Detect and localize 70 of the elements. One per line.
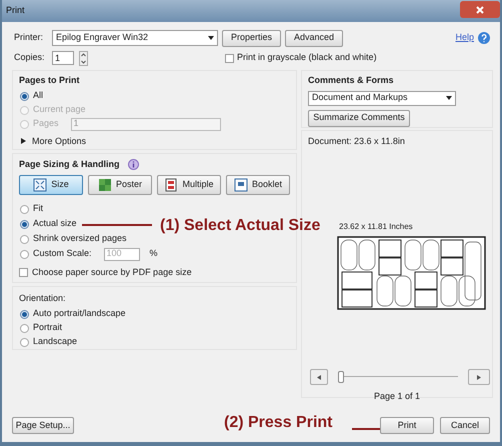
radio-button[interactable]	[20, 234, 29, 244]
option-label: Auto portrait/landscape	[33, 307, 126, 320]
sizing-tab[interactable]: Multiple	[157, 174, 221, 194]
help-icon[interactable]	[478, 32, 490, 44]
grayscale-label: Print in grayscale (black and white)	[237, 51, 377, 64]
slider-thumb[interactable]	[338, 371, 344, 383]
option-label: Fit	[33, 202, 43, 216]
option-label: Custom Scale:	[33, 247, 92, 260]
copies-label: Copies:	[13, 51, 46, 64]
percent-label: %	[150, 247, 158, 260]
expand-arrow-icon[interactable]	[21, 138, 26, 144]
option-label: Shrink oversized pages	[33, 232, 127, 246]
page-size-label: 23.62 x 11.81 Inches	[339, 220, 414, 232]
radio-button[interactable]	[20, 220, 29, 228]
option-label: Actual size	[33, 217, 77, 230]
next-page-button[interactable]	[468, 369, 490, 385]
checkbox[interactable]	[19, 268, 28, 277]
close-icon	[476, 6, 484, 14]
help-link[interactable]: Help	[455, 31, 474, 45]
window-title: Print	[6, 4, 25, 18]
print-button[interactable]: Print	[380, 417, 434, 434]
sizing-tab[interactable]: Size	[19, 174, 83, 194]
section-title: Orientation:	[19, 292, 67, 305]
left-arrow-icon	[317, 374, 321, 380]
section-title: Comments & Forms	[308, 74, 395, 87]
right-arrow-icon	[477, 374, 481, 380]
previous-page-button[interactable]	[310, 369, 328, 385]
comments-dropdown[interactable]: Document and Markups	[308, 90, 456, 106]
printer-option-button[interactable]: Advanced	[285, 30, 344, 46]
printer-dropdown[interactable]: Epilog Engraver Win32	[52, 30, 218, 46]
poster-icon	[98, 178, 112, 192]
size-icon	[33, 178, 48, 192]
multiple-icon	[164, 178, 178, 192]
printer-label: Printer:	[13, 31, 44, 44]
dropdown-arrow-icon	[208, 36, 214, 40]
option-label: Landscape	[33, 335, 78, 348]
document-size: Document: 23.6 x 11.8in	[308, 135, 406, 148]
option-label: Pages	[33, 117, 59, 130]
section-title: Page Sizing & Handling	[19, 158, 120, 171]
option-label: All	[33, 89, 44, 102]
copies-field[interactable]: 1	[52, 51, 74, 65]
annotation-text: (2) Press Print	[224, 413, 332, 433]
dropdown-arrow-icon	[446, 96, 452, 100]
option-label: Portrait	[33, 321, 62, 334]
radio-button[interactable]	[20, 92, 29, 100]
sizing-tab[interactable]: Booklet	[226, 174, 290, 194]
spinner-icon[interactable]	[79, 50, 88, 66]
option-label: Current page	[33, 103, 86, 116]
radio-button[interactable]	[20, 250, 29, 258]
close-button[interactable]	[460, 1, 500, 18]
page-count: Page 1 of 1	[372, 390, 422, 403]
info-icon[interactable]	[128, 159, 139, 170]
section-title: Pages to Print	[19, 74, 81, 87]
leader-line	[82, 224, 152, 226]
page-setup-button[interactable]: Page Setup...	[12, 417, 74, 434]
booklet-icon	[234, 178, 248, 192]
page-slider[interactable]	[338, 371, 458, 383]
summarize-comments-button[interactable]: Summarize Comments	[308, 110, 410, 126]
printer-option-button[interactable]: Properties	[222, 30, 282, 46]
sizing-tab[interactable]: Poster	[88, 174, 152, 194]
paper-source-label: Choose paper source by PDF page size	[32, 266, 192, 279]
radio-button[interactable]	[20, 338, 29, 346]
cancel-button[interactable]: Cancel	[440, 417, 490, 434]
radio-button[interactable]	[20, 324, 29, 332]
checkbox[interactable]	[225, 54, 234, 62]
radio-button[interactable]	[20, 310, 29, 318]
more-options-toggle[interactable]: More Options	[32, 134, 86, 148]
annotation-text: (1) Select Actual Size	[160, 216, 320, 236]
leader-line	[352, 428, 380, 430]
radio-button[interactable]	[20, 204, 29, 214]
